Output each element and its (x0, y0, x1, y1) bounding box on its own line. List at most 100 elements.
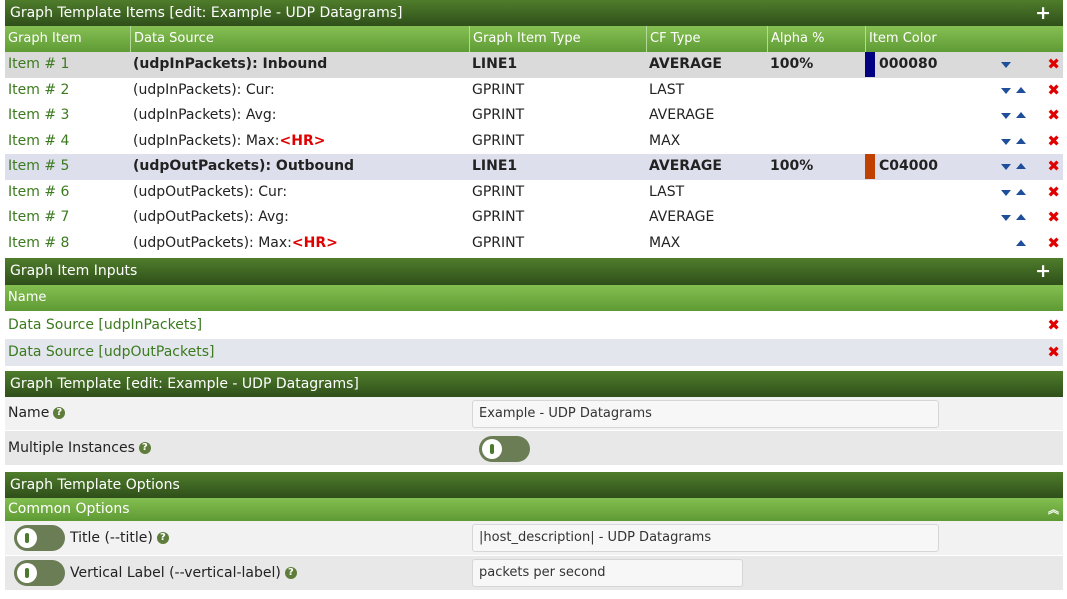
items-section-header: Graph Template Items [edit: Example - UD… (5, 0, 1063, 26)
cf-type-cell-text: MAX (649, 234, 681, 251)
vertical-label-toggle[interactable] (14, 560, 65, 586)
input-row: Data Source [udpInPackets] ✖ (5, 312, 1063, 339)
graph-item-link-text[interactable]: Item # 6 (8, 184, 69, 200)
add-item-icon[interactable]: + (1035, 0, 1051, 26)
template-section-title: Graph Template [edit: Example - UDP Data… (10, 376, 359, 392)
alpha-cell (767, 129, 865, 155)
title-toggle[interactable] (14, 525, 65, 551)
graph-item-type-cell-text: LINE1 (472, 158, 518, 174)
graph-item-link[interactable]: Item # 3 (5, 103, 130, 129)
graph-item-link[interactable]: Item # 2 (5, 78, 130, 104)
data-source-cell-text: (udpInPackets): Avg: (133, 107, 277, 123)
col-alpha[interactable]: Alpha % (767, 26, 865, 52)
name-input[interactable]: Example - UDP Datagrams (472, 400, 939, 428)
move-down-icon[interactable] (1001, 138, 1011, 145)
delete-item-icon[interactable]: ✖ (1047, 103, 1060, 129)
graph-item-link-text[interactable]: Item # 7 (8, 209, 69, 225)
move-up-icon[interactable] (1016, 188, 1026, 195)
move-up-icon[interactable] (1016, 214, 1026, 220)
delete-item-icon[interactable]: ✖ (1047, 180, 1060, 206)
title-input[interactable]: |host_description| - UDP Datagrams (472, 524, 939, 552)
move-up-icon[interactable] (1016, 86, 1026, 93)
move-up-icon[interactable] (1016, 112, 1026, 118)
input-link-udpinpackets[interactable]: Data Source [udpInPackets] (8, 317, 202, 333)
graph-item-link[interactable]: Item # 4 (5, 129, 130, 155)
move-up-icon[interactable] (1016, 163, 1026, 169)
graph-item-link[interactable]: Item # 8 (5, 231, 130, 257)
help-icon[interactable]: ? (138, 442, 151, 454)
delete-input-icon[interactable]: ✖ (1047, 312, 1060, 339)
delete-item-icon[interactable]: ✖ (1047, 154, 1060, 180)
move-up-icon[interactable] (1016, 239, 1026, 246)
col-item-color[interactable]: Item Color (865, 26, 1063, 52)
move-down-icon[interactable] (1001, 164, 1011, 170)
alpha-cell (767, 205, 865, 231)
help-icon[interactable]: ? (284, 567, 297, 579)
vertical-label-input[interactable]: packets per second (472, 559, 743, 587)
col-cf-type[interactable]: CF Type (646, 26, 767, 52)
alpha-cell (767, 78, 865, 104)
table-row: Item # 3 (udpInPackets): Avg: GPRINT AVERAG… (5, 103, 1063, 129)
data-source-cell: (udpOutPackets): Avg: (130, 205, 469, 231)
graph-item-link-text[interactable]: Item # 3 (8, 107, 69, 123)
graph-item-type-cell-text: LINE1 (472, 56, 518, 72)
delete-item-icon[interactable]: ✖ (1047, 78, 1060, 104)
graph-item-type-cell: GPRINT (469, 180, 646, 206)
graph-item-type-cell: GPRINT (469, 231, 646, 257)
data-source-cell: (udpInPackets): Inbound (130, 52, 469, 78)
alpha-cell: 100% (767, 154, 865, 180)
alpha-cell (767, 231, 865, 257)
move-down-icon[interactable] (1001, 113, 1011, 119)
items-table-body: Item # 1 (udpInPackets): Inbound LINE1 AVER… (5, 52, 1063, 256)
common-options-header[interactable]: Common Options ︽ (5, 498, 1063, 521)
cf-type-cell: AVERAGE (646, 52, 767, 78)
table-row: Item # 1 (udpInPackets): Inbound LINE1 AVER… (5, 52, 1063, 78)
table-row: Item # 8 (udpOutPackets): Max:<HR> GPRINT M… (5, 231, 1063, 257)
collapse-icon[interactable]: ︽ (1048, 498, 1059, 521)
color-hex: C04000 (879, 158, 938, 174)
graph-item-link[interactable]: Item # 5 (5, 154, 130, 180)
delete-item-icon[interactable]: ✖ (1047, 52, 1060, 78)
multiple-instances-row: Multiple Instances? (5, 431, 1063, 466)
col-graph-item-type[interactable]: Graph Item Type (469, 26, 646, 52)
graph-item-link[interactable]: Item # 6 (5, 180, 130, 206)
graph-item-type-cell-text: GPRINT (472, 209, 525, 225)
reorder-arrows (997, 180, 1037, 206)
help-icon[interactable]: ? (53, 407, 66, 419)
cf-type-cell: AVERAGE (646, 103, 767, 129)
graph-item-link-text[interactable]: Item # 2 (8, 82, 69, 98)
delete-item-icon[interactable]: ✖ (1047, 205, 1060, 231)
graph-item-link-text[interactable]: Item # 4 (8, 133, 69, 149)
cf-type-cell: MAX (646, 231, 767, 257)
graph-item-link-text[interactable]: Item # 1 (8, 56, 69, 72)
move-down-icon[interactable] (1001, 215, 1011, 221)
col-graph-item[interactable]: Graph Item (5, 26, 130, 52)
vertical-label-label: Vertical Label (--vertical-label) (70, 565, 281, 581)
alpha-cell-text: 100% (770, 56, 814, 72)
delete-item-icon[interactable]: ✖ (1047, 129, 1060, 155)
data-source-cell-text: (udpOutPackets): Outbound (133, 158, 355, 174)
delete-input-icon[interactable]: ✖ (1047, 339, 1060, 366)
move-up-icon[interactable] (1016, 137, 1026, 144)
delete-item-icon[interactable]: ✖ (1047, 231, 1060, 257)
cf-type-cell-text: AVERAGE (649, 158, 722, 174)
add-input-icon[interactable]: + (1035, 258, 1051, 285)
multiple-instances-toggle[interactable] (479, 436, 530, 462)
move-down-icon[interactable] (1001, 189, 1011, 196)
cf-type-cell: LAST (646, 180, 767, 206)
graph-item-type-cell: GPRINT (469, 129, 646, 155)
graph-item-link-text[interactable]: Item # 5 (8, 158, 69, 174)
cf-type-cell-text: AVERAGE (649, 107, 715, 123)
cf-type-cell-text: LAST (649, 81, 685, 98)
help-icon[interactable]: ? (156, 532, 169, 544)
graph-item-link-text[interactable]: Item # 8 (8, 235, 69, 251)
input-link-udpoutpackets[interactable]: Data Source [udpOutPackets] (8, 344, 214, 360)
inputs-section-header: Graph Item Inputs + (5, 258, 1063, 285)
data-source-cell: (udpOutPackets): Cur: (130, 180, 469, 206)
multi-label-wrap: Multiple Instances? (8, 431, 151, 465)
move-down-icon[interactable] (1001, 62, 1011, 68)
graph-item-link[interactable]: Item # 1 (5, 52, 130, 78)
graph-item-link[interactable]: Item # 7 (5, 205, 130, 231)
move-down-icon[interactable] (1001, 87, 1011, 94)
col-data-source[interactable]: Data Source (130, 26, 469, 52)
